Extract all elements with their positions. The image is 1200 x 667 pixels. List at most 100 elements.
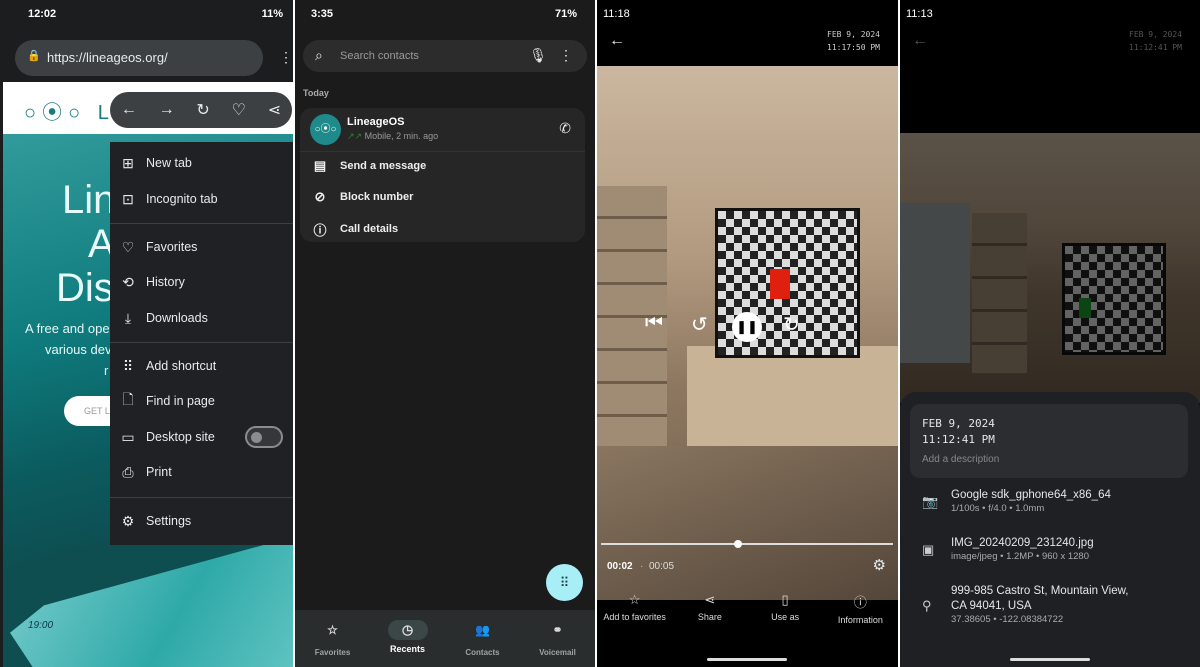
dialer-screen: 3:35 71% ⌕ Search contacts 🎙 ⋮ Today ○⦿○ Li…: [295, 0, 595, 667]
current-time: 00:02: [607, 561, 633, 572]
heart-icon: ♡: [121, 238, 135, 255]
media-datetime: FEB 9, 2024 11:17:50 PM: [827, 30, 880, 52]
home-indicator[interactable]: [1010, 658, 1090, 661]
menu-divider: [110, 342, 293, 343]
photo-date: FEB 9, 2024: [922, 417, 995, 430]
hero-title-1: Lin: [62, 178, 116, 222]
section-today: Today: [303, 88, 329, 98]
action-send-message[interactable]: ▤ Send a message: [300, 155, 426, 177]
rewind-icon[interactable]: ↺: [691, 312, 708, 337]
status-time: 11:18: [603, 8, 630, 20]
hero-sub-1: A free and ope: [25, 321, 110, 336]
message-icon: ▤: [313, 158, 327, 173]
previous-icon[interactable]: ⏮: [645, 312, 663, 335]
forward-icon[interactable]: →: [159, 101, 175, 119]
image-icon: ▣: [922, 542, 935, 557]
add-favorite-icon[interactable]: ♡: [232, 100, 246, 120]
share-button[interactable]: ⋖ Share: [672, 592, 747, 637]
status-battery: 11%: [261, 8, 283, 20]
menu-item-print[interactable]: ⎙ Print: [110, 457, 293, 487]
description-input[interactable]: Add a description: [922, 454, 1176, 465]
use-as-icon: ▯: [781, 592, 789, 607]
use-as-button[interactable]: ▯ Use as: [748, 592, 823, 637]
dialpad-icon: ⠿: [559, 575, 570, 590]
information-button[interactable]: ⓘ Information: [823, 592, 898, 637]
media-datetime-dim: FEB 9, 2024 11:12:41 PM: [1129, 30, 1182, 52]
time-separator: ·: [640, 561, 644, 572]
settings-icon[interactable]: ⚙: [873, 558, 886, 573]
reload-icon[interactable]: ↻: [196, 100, 209, 120]
info-icon: ⓘ: [853, 595, 867, 610]
mic-icon[interactable]: 🎙: [529, 48, 547, 62]
nav-contacts[interactable]: 👥 Contacts: [445, 610, 520, 667]
voicemail-icon: ⚭: [552, 623, 563, 637]
overflow-menu-icon[interactable]: ⋮: [559, 48, 573, 62]
star-icon: ☆: [327, 623, 338, 637]
datetime-card: FEB 9, 2024 11:12:41 PM Add a descriptio…: [910, 404, 1188, 478]
divider: [300, 151, 585, 152]
fast-forward-icon[interactable]: ↻: [783, 312, 800, 337]
pause-button[interactable]: ❚❚: [732, 312, 762, 342]
location-pin-icon: ⚲: [922, 598, 932, 613]
menu-item-settings[interactable]: ⚙ Settings: [110, 506, 293, 536]
menu-item-downloads[interactable]: ⤓ Downloads: [110, 303, 293, 333]
info-icon: ⓘ: [313, 222, 327, 238]
url-text: https://lineageos.org/: [47, 50, 168, 65]
photo-preview: [900, 133, 1200, 403]
menu-divider: [110, 497, 293, 498]
download-icon: ⤓: [124, 309, 132, 326]
seek-bar[interactable]: [601, 540, 893, 548]
phone-clock: 19:00: [28, 620, 54, 631]
video-viewer-screen: 11:18 ← FEB 9, 2024 11:17:50 PM ⏮ ↺ ❚❚ ↻ …: [597, 0, 898, 667]
menu-item-new-tab[interactable]: ⊞ New tab: [110, 148, 293, 178]
back-icon[interactable]: ←: [121, 101, 137, 119]
block-icon: ⊘: [314, 189, 326, 204]
contacts-icon: 👥: [475, 623, 490, 637]
action-bar: ☆ Add to favorites ⋖ Share ▯ Use as ⓘ Inform…: [597, 592, 898, 637]
grid-icon: ⠿: [122, 357, 134, 374]
printer-icon: ⎙: [122, 463, 134, 480]
history-icon: ⟲: [122, 273, 134, 290]
call-detail: ↗↗ Mobile, 2 min. ago: [347, 131, 439, 141]
search-contacts-input[interactable]: ⌕ Search contacts 🎙 ⋮: [303, 40, 587, 72]
url-bar[interactable]: 🔒 https://lineageos.org/: [15, 40, 263, 76]
back-icon[interactable]: ←: [912, 33, 928, 49]
nav-recents[interactable]: ◷ Recents: [370, 610, 445, 667]
caller-name: LineageOS: [347, 116, 405, 128]
menu-item-find-in-page[interactable]: 🗋 Find in page: [110, 386, 293, 416]
action-block-number[interactable]: ⊘ Block number: [300, 186, 414, 208]
duration: 00:05: [649, 561, 675, 572]
location-info[interactable]: ⚲ 999-985 Castro St, Mountain View, CA 940…: [900, 584, 1200, 625]
hero-sub-3: r: [104, 363, 109, 378]
info-sheet: FEB 9, 2024 11:12:41 PM Add a descriptio…: [900, 392, 1200, 667]
share-icon[interactable]: ⋖: [268, 100, 281, 120]
search-icon: ⌕: [315, 47, 323, 63]
menu-item-incognito-tab[interactable]: ⊡ Incognito tab: [110, 184, 293, 214]
desktop-site-toggle[interactable]: [245, 426, 283, 448]
bottom-navigation: ☆ Favorites ◷ Recents 👥 Contacts ⚭ Voicemail: [295, 610, 595, 667]
nav-voicemail[interactable]: ⚭ Voicemail: [520, 610, 595, 667]
lock-icon: 🔒: [27, 50, 41, 62]
call-log-entry[interactable]: ○⦿○ LineageOS ↗↗ Mobile, 2 min. ago ✆ ▤ S…: [300, 108, 585, 242]
avatar: ○⦿○: [310, 114, 341, 145]
menu-item-add-shortcut[interactable]: ⠿ Add shortcut: [110, 351, 293, 381]
find-icon: 🗋: [122, 391, 134, 407]
home-indicator[interactable]: [707, 658, 787, 661]
action-call-details[interactable]: ⓘ Call details: [300, 218, 398, 240]
photo-time: 11:12:41 PM: [922, 433, 995, 446]
menu-item-desktop-site[interactable]: ▭ Desktop site: [110, 422, 293, 452]
photo-info-screen: 11:13 ← FEB 9, 2024 11:12:41 PM FEB 9, 20…: [900, 0, 1200, 667]
menu-divider: [110, 223, 293, 224]
back-icon[interactable]: ←: [609, 33, 625, 49]
phone-icon[interactable]: ✆: [559, 121, 571, 135]
nav-favorites[interactable]: ☆ Favorites: [295, 610, 370, 667]
overflow-menu-icon[interactable]: ⋮: [279, 50, 293, 64]
dialpad-button[interactable]: ⠿: [546, 564, 583, 601]
incognito-tab-icon: ⊡: [122, 190, 134, 207]
menu-item-history[interactable]: ⟲ History: [110, 267, 293, 297]
star-icon: ☆: [628, 592, 641, 607]
camera-info: 📷 Google sdk_gphone64_x86_64 1/100s • f/4.…: [922, 489, 1111, 514]
add-to-favorites-button[interactable]: ☆ Add to favorites: [597, 592, 672, 637]
status-battery: 71%: [554, 8, 577, 20]
menu-item-favorites[interactable]: ♡ Favorites: [110, 232, 293, 262]
